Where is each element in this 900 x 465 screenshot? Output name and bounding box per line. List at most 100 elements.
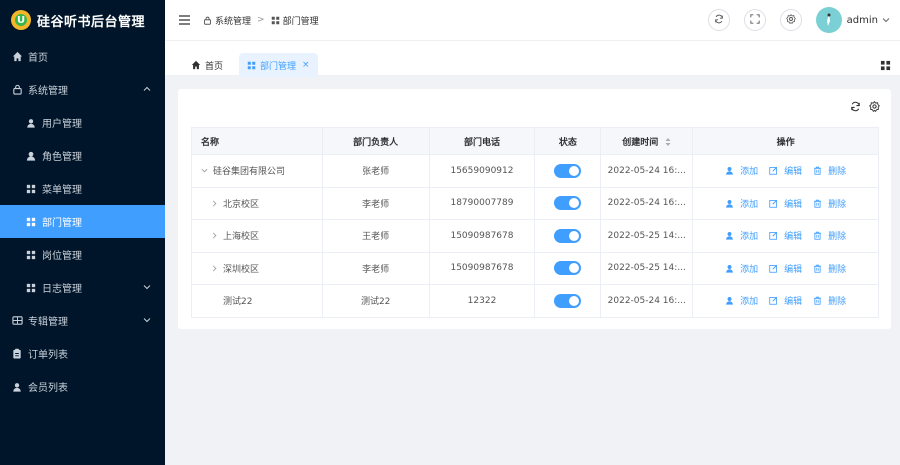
table-row: 深圳校区 李老师 15090987678 2022-05-25 14:... 添… [191, 251, 879, 285]
chevron-down-icon [143, 316, 151, 327]
breadcrumb-item[interactable]: 系统管理 [215, 14, 251, 27]
chevron-right-icon[interactable] [209, 265, 219, 272]
refresh-icon [714, 14, 724, 27]
status-toggle[interactable] [554, 228, 582, 243]
sidebar-item-menus[interactable]: 菜单管理 [0, 172, 165, 205]
sidebar-item-label: 系统管理 [28, 86, 68, 97]
cell-leader: 李老师 [321, 186, 430, 220]
sidebar-item-logs[interactable]: 日志管理 [0, 271, 165, 304]
close-icon[interactable]: × [302, 60, 310, 70]
menu-toggle-icon[interactable] [179, 14, 193, 26]
cell-actions: 添加 编辑 删除 [692, 251, 879, 285]
sidebar-item-albums[interactable]: 专辑管理 [0, 304, 165, 337]
add-button[interactable]: 添加 [725, 164, 758, 177]
gear-icon[interactable] [869, 101, 880, 115]
delete-button[interactable]: 删除 [813, 262, 846, 275]
column-header-actions: 操作 [692, 127, 879, 155]
delete-button[interactable]: 删除 [813, 229, 846, 242]
grid-icon [25, 216, 37, 228]
column-header-leader: 部门负责人 [321, 127, 430, 155]
sidebar-item-orders[interactable]: 订单列表 [0, 337, 165, 370]
add-button[interactable]: 添加 [725, 294, 758, 307]
user-icon [725, 166, 737, 175]
cell-status [534, 154, 602, 188]
sidebar-item-departments[interactable]: 部门管理 [0, 205, 165, 238]
cell-created: 2022-05-24 16:... [600, 284, 694, 318]
delete-button[interactable]: 删除 [813, 294, 846, 307]
sidebar: U 硅谷听书后台管理 首页 系统管理 用户管理 角色管理 菜单管理 部门管理 岗… [0, 0, 165, 465]
table-header-row: 名称 部门负责人 部门电话 状态 创建时间 操作 [191, 127, 879, 155]
sidebar-item-members[interactable]: 会员列表 [0, 370, 165, 403]
sidebar-item-label: 用户管理 [42, 119, 82, 130]
edit-button[interactable]: 编辑 [769, 262, 802, 275]
gear-icon [785, 13, 796, 27]
column-header-label: 创建时间 [622, 137, 659, 148]
fullscreen-button[interactable] [743, 9, 766, 31]
sidebar-item-system[interactable]: 系统管理 [0, 73, 165, 106]
sidebar-item-label: 部门管理 [42, 218, 82, 229]
refresh-button[interactable] [707, 9, 730, 31]
status-toggle[interactable] [554, 196, 582, 211]
trash-icon [813, 199, 825, 208]
department-table: 名称 部门负责人 部门电话 状态 创建时间 操作 硅谷集团有限公司 张老师 15… [191, 127, 879, 318]
refresh-icon[interactable] [850, 101, 861, 115]
trash-icon [813, 231, 825, 240]
edit-button[interactable]: 编辑 [769, 197, 802, 210]
sidebar-item-label: 岗位管理 [42, 251, 82, 262]
clipboard-icon [11, 348, 23, 360]
fullscreen-icon [750, 13, 760, 27]
sidebar-item-home[interactable]: 首页 [0, 40, 165, 73]
cell-phone: 15090987678 [428, 251, 536, 285]
sidebar-item-label: 会员列表 [28, 383, 68, 394]
chevron-right-icon[interactable] [209, 200, 219, 207]
add-button[interactable]: 添加 [725, 229, 758, 242]
sidebar-item-roles[interactable]: 角色管理 [0, 139, 165, 172]
add-button[interactable]: 添加 [725, 262, 758, 275]
username[interactable]: admin [847, 15, 878, 26]
column-header-phone: 部门电话 [428, 127, 536, 155]
status-toggle[interactable] [554, 293, 582, 308]
home-icon [191, 60, 201, 70]
column-header-created[interactable]: 创建时间 [600, 127, 694, 155]
cell-created: 2022-05-25 14:... [600, 219, 694, 253]
cell-phone: 15659090912 [428, 154, 536, 188]
tab-label: 首页 [205, 61, 224, 72]
cell-phone: 15090987678 [428, 219, 536, 253]
edit-button[interactable]: 编辑 [769, 164, 802, 177]
edit-button[interactable]: 编辑 [769, 294, 802, 307]
user-icon [725, 264, 737, 273]
chevron-right-icon[interactable] [209, 232, 219, 239]
delete-button[interactable]: 删除 [813, 197, 846, 210]
add-button[interactable]: 添加 [725, 197, 758, 210]
status-toggle[interactable] [554, 261, 582, 276]
chevron-down-icon [143, 283, 151, 294]
sort-icon[interactable] [665, 137, 671, 147]
sidebar-item-users[interactable]: 用户管理 [0, 106, 165, 139]
edit-icon [769, 166, 781, 175]
breadcrumb-separator-icon: > [257, 15, 265, 25]
sidebar-item-posts[interactable]: 岗位管理 [0, 238, 165, 271]
lock-icon [203, 16, 212, 25]
avatar[interactable] [815, 7, 842, 33]
settings-button[interactable] [779, 9, 802, 31]
cell-name: 上海校区 [191, 219, 323, 253]
sidebar-item-label: 角色管理 [42, 152, 82, 163]
content-panel: 名称 部门负责人 部门电话 状态 创建时间 操作 硅谷集团有限公司 张老师 15… [178, 89, 891, 329]
sidebar-item-label: 订单列表 [28, 350, 68, 361]
column-header-name: 名称 [191, 127, 323, 155]
department-name: 深圳校区 [223, 264, 260, 275]
tabs-menu-grid-icon[interactable] [880, 60, 891, 74]
chevron-down-icon[interactable] [882, 16, 890, 24]
delete-button[interactable]: 删除 [813, 164, 846, 177]
edit-icon [769, 231, 781, 240]
chevron-down-icon[interactable] [199, 167, 209, 174]
app-logo: U 硅谷听书后台管理 [0, 0, 165, 40]
user-icon [725, 231, 737, 240]
cell-name: 深圳校区 [191, 251, 323, 285]
home-icon [11, 51, 23, 63]
status-toggle[interactable] [554, 163, 582, 178]
tab-home[interactable]: 首页 [183, 53, 231, 77]
edit-button[interactable]: 编辑 [769, 229, 802, 242]
table-row: 上海校区 王老师 15090987678 2022-05-25 14:... 添… [191, 219, 879, 253]
tab-departments[interactable]: 部门管理 × [239, 53, 318, 77]
